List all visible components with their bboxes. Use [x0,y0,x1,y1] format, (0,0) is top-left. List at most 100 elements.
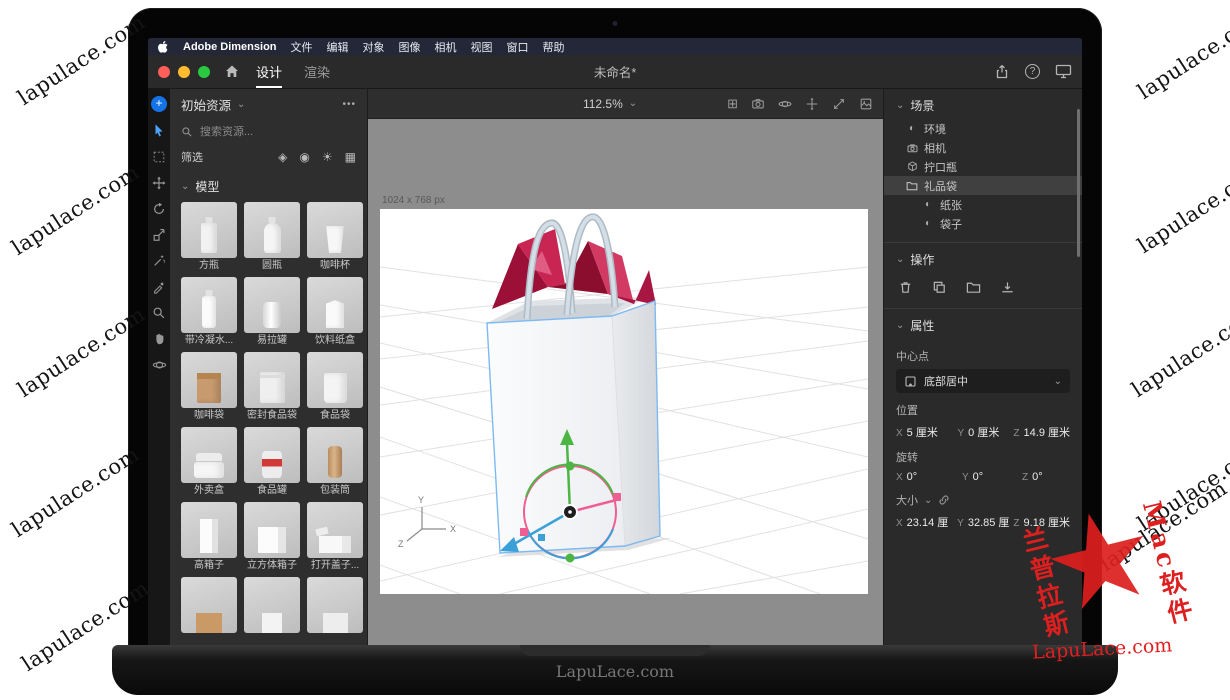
actions-section-header[interactable]: ⌄ 操作 [884,243,1082,273]
asset-item[interactable]: 打开盖子... [307,502,363,574]
scene-item-camera[interactable]: 相机 [884,138,1082,157]
search-input[interactable] [200,126,330,138]
size-x-field[interactable]: X23.14 厘 [896,514,953,530]
link-dimensions-icon[interactable] [938,494,950,506]
filter-models-icon[interactable]: ◈ [278,150,287,164]
magic-wand-tool-icon[interactable] [152,253,167,268]
filter-images-icon[interactable]: ▦ [345,150,356,164]
more-options-icon[interactable]: ••• [342,99,356,110]
delete-icon[interactable] [898,280,913,295]
scale-tool-icon[interactable] [152,227,167,242]
menu-item-file[interactable]: 文件 [291,39,313,55]
dolly-camera-icon[interactable] [832,97,846,111]
scene-title: 场景 [910,97,934,114]
chevron-down-icon[interactable]: ⌄ [237,99,245,110]
models-section-header[interactable]: ⌄ 模型 [170,174,367,198]
asset-item[interactable]: 咖啡袋 [181,352,237,424]
scene-item-gift-bag[interactable]: 礼品袋 [884,176,1082,195]
asset-item[interactable]: 食品袋 [307,352,363,424]
rotation-y-field[interactable]: Y0° [962,471,1018,483]
apple-menu-icon[interactable] [158,41,169,53]
add-content-button[interactable]: + [151,96,167,112]
marquee-tool-icon[interactable] [152,149,167,164]
display-icon[interactable] [1055,64,1072,79]
share-icon[interactable] [994,64,1010,80]
chevron-down-icon[interactable]: ⌄ [924,495,932,506]
duplicate-icon[interactable] [932,280,947,295]
center-point-dropdown[interactable]: 底部居中 ⌄ [896,369,1070,393]
asset-item[interactable]: 带冷凝水... [181,277,237,349]
filter-lights-icon[interactable]: ☀ [322,150,333,164]
document-title: 未命名* [594,55,636,88]
asset-item[interactable]: 包装筒 [307,427,363,499]
asset-item[interactable]: 饮料纸盒 [307,277,363,349]
asset-item[interactable]: 易拉罐 [244,277,300,349]
viewport[interactable]: 1024 x 768 px [368,119,883,648]
orbit-tool-icon[interactable] [152,357,167,372]
zoom-window-button[interactable] [198,66,210,78]
eyedropper-tool-icon[interactable] [152,279,167,294]
folder-icon[interactable] [966,281,981,294]
tab-render[interactable]: 渲染 [304,55,330,88]
export-icon[interactable] [1000,280,1015,295]
hand-tool-icon[interactable] [152,331,167,346]
position-y-field[interactable]: Y0 厘米 [958,424,1010,440]
menu-item-edit[interactable]: 编辑 [327,39,349,55]
snapshot-icon[interactable] [859,97,873,111]
position-z-field[interactable]: Z14.9 厘米 [1013,424,1070,440]
menu-item-object[interactable]: 对象 [363,39,385,55]
asset-label: 方瓶 [181,258,237,273]
asset-item[interactable]: 密封食品袋 [244,352,300,424]
pan-camera-icon[interactable] [805,97,819,111]
asset-item[interactable]: 方瓶 [181,202,237,274]
position-x-field[interactable]: X5 厘米 [896,424,954,440]
menu-app-name[interactable]: Adobe Dimension [183,41,277,53]
thumb-round-bottle [264,223,281,253]
rotation-z-field[interactable]: Z0° [1022,471,1070,483]
scene-section-header[interactable]: ⌄ 场景 [884,89,1082,119]
menu-item-window[interactable]: 窗口 [507,39,529,55]
camera-bookmark-icon[interactable] [751,97,765,111]
asset-item[interactable] [244,577,300,648]
asset-item[interactable]: 圆瓶 [244,202,300,274]
home-button[interactable] [224,55,240,88]
properties-section-header[interactable]: ⌄ 属性 [884,309,1082,339]
rotation-x-field[interactable]: X0° [896,471,958,483]
help-icon[interactable]: ? [1025,64,1040,79]
menu-item-image[interactable]: 图像 [399,39,421,55]
grid-toggle-icon[interactable]: ⊞ [727,96,738,112]
scrollbar[interactable] [1077,109,1080,257]
tab-design[interactable]: 设计 [256,55,282,88]
close-window-button[interactable] [158,66,170,78]
scene-item-paper[interactable]: ◐ 纸张 [884,195,1082,214]
minimize-window-button[interactable] [178,66,190,78]
scene-item-environment[interactable]: ◐ 环境 [884,119,1082,138]
scene-item-bag[interactable]: ◐ 袋子 [884,214,1082,233]
asset-item[interactable] [307,577,363,648]
asset-item[interactable]: 食品罐 [244,427,300,499]
menu-item-camera[interactable]: 相机 [435,39,457,55]
size-y-field[interactable]: Y32.85 厘 [957,514,1009,530]
scene-item-bottle[interactable]: 拧口瓶 [884,157,1082,176]
menu-item-view[interactable]: 视图 [471,39,493,55]
shopping-bag [487,217,660,553]
asset-item[interactable]: 高箱子 [181,502,237,574]
select-tool-icon[interactable] [152,123,167,138]
asset-item[interactable]: 立方体箱子 [244,502,300,574]
assets-panel-title[interactable]: 初始资源 [181,95,231,114]
zoom-control[interactable]: 112.5% ⌄ [583,89,637,118]
filter-materials-icon[interactable]: ◉ [299,150,309,164]
orbit-camera-icon[interactable] [778,97,792,111]
center-point-value: 底部居中 [924,373,968,389]
move-tool-icon[interactable] [152,175,167,190]
menu-item-help[interactable]: 帮助 [543,39,565,55]
asset-label: 圆瓶 [244,258,300,273]
asset-item[interactable]: 咖啡杯 [307,202,363,274]
rotate-tool-icon[interactable] [152,201,167,216]
zoom-tool-icon[interactable] [152,305,167,320]
artboard[interactable]: Y X Z [380,209,868,594]
camera-icon [906,143,918,153]
chevron-down-icon: ⌄ [629,98,637,109]
asset-item[interactable]: 外卖盒 [181,427,237,499]
asset-item[interactable] [181,577,237,648]
